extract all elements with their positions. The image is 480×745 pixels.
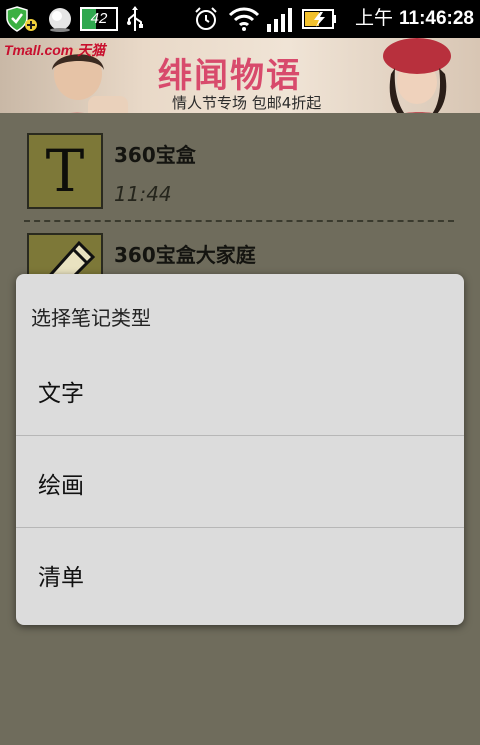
status-ampm: 上午 <box>354 8 393 29</box>
ad-banner[interactable]: Tmall.com 天猫 绯闻物语 情人节专场 包邮4折起 <box>0 38 480 113</box>
option-drawing[interactable]: 绘画 <box>16 436 464 527</box>
note-type-dialog: 选择笔记类型 文字 绘画 清单 <box>16 274 464 625</box>
cloud-icon <box>49 8 71 32</box>
list-divider <box>24 220 454 222</box>
signal-bars-icon <box>267 8 292 32</box>
text-note-icon: T <box>27 133 103 209</box>
status-time: 上午 11:46:28 <box>355 6 474 32</box>
alarm-clock-icon <box>195 7 217 30</box>
thumb-letter: T <box>45 137 85 205</box>
note-time: 11:44 <box>114 182 172 206</box>
list-item[interactable]: T 360宝盒 11:44 <box>0 133 480 233</box>
option-text[interactable]: 文字 <box>16 344 464 435</box>
usb-icon <box>127 6 143 31</box>
battery-level: 42 <box>90 10 108 27</box>
option-label: 文字 <box>38 381 84 407</box>
option-label: 清单 <box>38 565 84 591</box>
shield-plus-icon <box>6 6 37 32</box>
battery-icon: 42 <box>80 7 118 31</box>
charging-battery-icon <box>302 9 336 29</box>
note-title: 360宝盒大家庭 <box>114 243 256 267</box>
wifi-icon <box>228 7 260 31</box>
note-title: 360宝盒 <box>114 143 196 167</box>
status-bar: 42 上午 11:46:28 <box>0 0 480 38</box>
banner-dim-overlay <box>0 38 480 113</box>
status-clock: 11:46:28 <box>398 8 474 29</box>
option-label: 绘画 <box>38 473 84 499</box>
dialog-title: 选择笔记类型 <box>31 306 151 330</box>
option-checklist[interactable]: 清单 <box>16 528 464 619</box>
